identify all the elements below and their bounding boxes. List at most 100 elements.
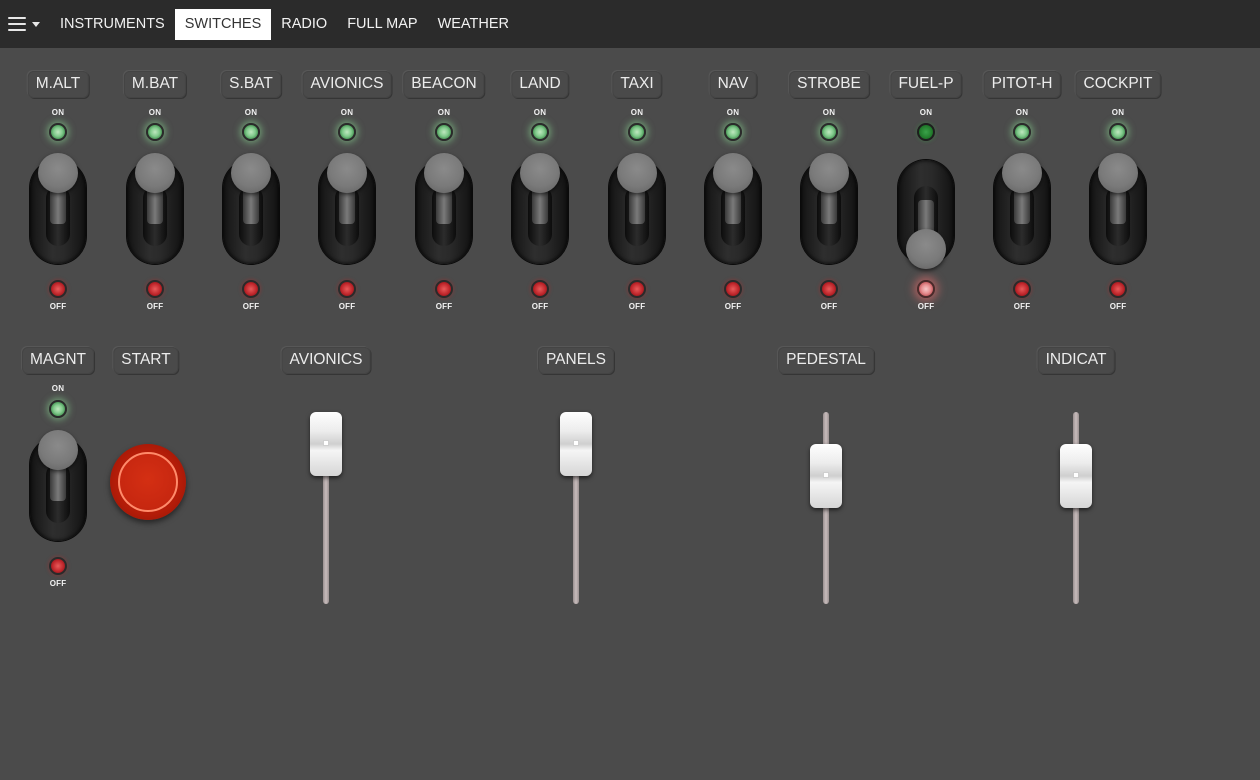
taxi-toggle[interactable] [609, 153, 665, 264]
strobe-off-text: OFF [820, 302, 838, 311]
indicat-dimmer-track[interactable] [1073, 412, 1079, 604]
cockpit-off-led [1109, 280, 1127, 298]
strobe-on-led [820, 123, 838, 141]
m-bat-on-text: ON [148, 108, 162, 117]
strobe-off-led [820, 280, 838, 298]
avionics-on-led [338, 123, 356, 141]
magneto-off-text: OFF [49, 579, 67, 588]
fuel-p-toggle[interactable] [898, 160, 954, 269]
avionics-toggle[interactable] [319, 153, 375, 264]
avionics-dimmer-label: AVIONICS [281, 347, 371, 374]
magneto-off-led [49, 557, 67, 575]
s-bat-off-led [242, 280, 260, 298]
pitot-h-on-led [1013, 123, 1031, 141]
avionics-on-text: ON [340, 108, 354, 117]
start-button[interactable] [110, 444, 186, 520]
beacon-switch-label: BEACON [403, 71, 485, 98]
cockpit-on-text: ON [1111, 108, 1125, 117]
nav-on-text: ON [726, 108, 740, 117]
m-alt-toggle[interactable] [30, 153, 86, 264]
m-bat-on-led [146, 123, 164, 141]
m-alt-switch-label: M.ALT [27, 71, 89, 98]
land-on-led [531, 123, 549, 141]
pedestal-dimmer-track[interactable] [823, 412, 829, 604]
m-bat-off-text: OFF [146, 302, 164, 311]
m-bat-off-led [146, 280, 164, 298]
magneto-label: MAGNT [22, 347, 94, 374]
nav-off-text: OFF [724, 302, 742, 311]
top-nav-bar: INSTRUMENTS SWITCHES RADIO FULL MAP WEAT… [0, 0, 1260, 48]
indicat-dimmer-thumb[interactable] [1060, 444, 1092, 508]
panels-dimmer-label: PANELS [537, 347, 615, 374]
m-alt-off-text: OFF [49, 302, 67, 311]
land-switch-label: LAND [511, 71, 569, 98]
cockpit-on-led [1109, 123, 1127, 141]
land-toggle[interactable] [512, 153, 568, 264]
taxi-on-text: ON [630, 108, 644, 117]
fuel-p-switch-label: FUEL-P [890, 71, 962, 98]
strobe-toggle[interactable] [801, 153, 857, 264]
avionics-dimmer-slider[interactable] [306, 412, 346, 608]
nav-toggle[interactable] [705, 153, 761, 264]
tab-full-map[interactable]: FULL MAP [337, 9, 427, 40]
tab-switches[interactable]: SWITCHES [174, 9, 272, 40]
m-bat-switch-label: M.BAT [123, 71, 187, 98]
cockpit-toggle[interactable] [1090, 153, 1146, 264]
land-off-text: OFF [531, 302, 549, 311]
beacon-on-text: ON [437, 108, 451, 117]
magneto-on-led [49, 400, 67, 418]
m-alt-on-led [49, 123, 67, 141]
s-bat-on-led [242, 123, 260, 141]
avionics-dimmer-thumb[interactable] [310, 412, 342, 476]
panels-dimmer-thumb[interactable] [560, 412, 592, 476]
indicat-dimmer-label: INDICAT [1037, 347, 1115, 374]
nav-on-led [724, 123, 742, 141]
hamburger-icon [8, 17, 26, 31]
pedestal-dimmer-thumb[interactable] [810, 444, 842, 508]
avionics-off-text: OFF [338, 302, 356, 311]
land-on-text: ON [533, 108, 547, 117]
land-off-led [531, 280, 549, 298]
indicat-dimmer-slider[interactable] [1056, 412, 1096, 608]
tab-bar: INSTRUMENTS SWITCHES RADIO FULL MAP WEAT… [50, 9, 519, 40]
cockpit-switch-label: COCKPIT [1075, 71, 1161, 98]
strobe-switch-label: STROBE [789, 71, 869, 98]
pedestal-dimmer-slider[interactable] [806, 412, 846, 608]
magneto-on-text: ON [51, 384, 65, 393]
m-bat-toggle[interactable] [127, 153, 183, 264]
pitot-h-on-text: ON [1015, 108, 1029, 117]
strobe-on-text: ON [822, 108, 836, 117]
taxi-switch-label: TAXI [612, 71, 662, 98]
taxi-off-led [628, 280, 646, 298]
s-bat-off-text: OFF [242, 302, 260, 311]
fuel-p-on-text: ON [919, 108, 933, 117]
menu-button[interactable] [6, 10, 44, 38]
fuel-p-off-led [917, 280, 935, 298]
tab-instruments[interactable]: INSTRUMENTS [50, 9, 175, 40]
pitot-h-switch-label: PITOT-H [983, 71, 1061, 98]
pitot-h-off-led [1013, 280, 1031, 298]
s-bat-on-text: ON [244, 108, 258, 117]
taxi-on-led [628, 123, 646, 141]
magneto-toggle[interactable] [30, 430, 86, 541]
beacon-toggle[interactable] [416, 153, 472, 264]
m-alt-off-led [49, 280, 67, 298]
panels-dimmer-slider[interactable] [556, 412, 596, 608]
pedestal-dimmer-label: PEDESTAL [778, 347, 874, 374]
s-bat-switch-label: S.BAT [221, 71, 281, 98]
pitot-h-off-text: OFF [1013, 302, 1031, 311]
s-bat-toggle[interactable] [223, 153, 279, 264]
nav-switch-label: NAV [709, 71, 757, 98]
fuel-p-off-text: OFF [917, 302, 935, 311]
avionics-switch-label: AVIONICS [302, 71, 392, 98]
beacon-off-led [435, 280, 453, 298]
pitot-h-toggle[interactable] [994, 153, 1050, 264]
tab-radio[interactable]: RADIO [271, 9, 337, 40]
nav-off-led [724, 280, 742, 298]
fuel-p-on-led [917, 123, 935, 141]
avionics-off-led [338, 280, 356, 298]
beacon-off-text: OFF [435, 302, 453, 311]
taxi-off-text: OFF [628, 302, 646, 311]
start-label: START [113, 347, 179, 374]
tab-weather[interactable]: WEATHER [428, 9, 519, 40]
